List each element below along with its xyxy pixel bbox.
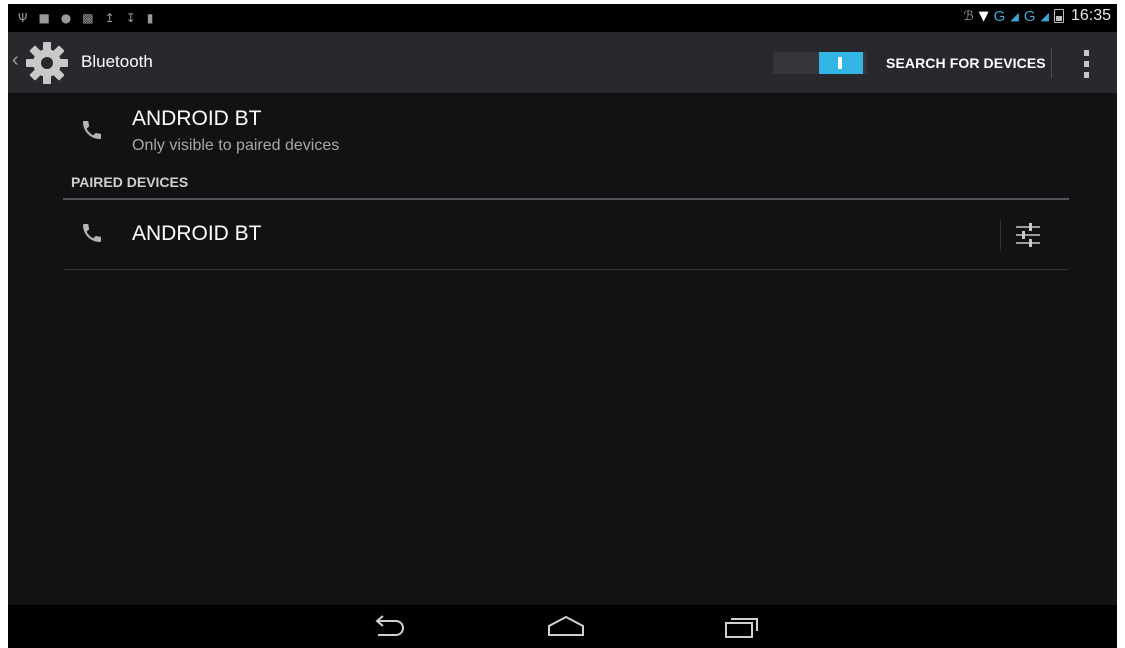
settings-gear-icon[interactable] [24,40,70,86]
navigation-bar [8,605,1117,648]
back-button-icon[interactable] [370,613,408,639]
home-button-icon[interactable] [546,613,586,639]
sync-icon: ● [60,11,72,25]
row-divider [1000,219,1001,251]
paired-devices-header: PAIRED DEVICES [63,174,1069,200]
bluetooth-icon: ℬ [963,8,974,24]
local-device-item[interactable]: ANDROID BT Only visible to paired device… [8,93,1117,173]
paired-device-name: ANDROID BT [132,222,262,245]
overflow-menu-icon[interactable] [1076,50,1096,78]
screenshot-icon: ▩ [82,11,94,25]
paired-device-row[interactable]: ANDROID BT [63,200,1069,270]
bluetooth-toggle[interactable] [773,52,867,74]
page-title: Bluetooth [81,52,153,71]
phone-icon [83,121,101,139]
action-bar: ‹ Bluetooth SEARCH FOR DEVICES [8,32,1117,93]
clock: 16:35 [1070,7,1111,24]
signal-icon: ◢ [1010,10,1019,23]
network-type-label-2: G [1023,7,1036,25]
download-icon: ↧ [125,11,136,25]
device-settings-icon[interactable] [1014,222,1042,248]
wifi-icon: ▼ [978,8,989,24]
search-for-devices-button[interactable]: SEARCH FOR DEVICES [876,42,1056,84]
sd-card-icon: ▮ [146,11,154,25]
status-bar: Ψ ■ ● ▩ ↥ ↧ ▮ ℬ ▼ G ◢ G ◢ 16:35 [8,4,1117,32]
paired-devices-label: PAIRED DEVICES [71,174,189,190]
phone-icon [83,224,101,242]
usb-icon: Ψ [18,11,28,25]
screen: Ψ ■ ● ▩ ↥ ↧ ▮ ℬ ▼ G ◢ G ◢ 16:35 ‹ Blueto… [8,4,1117,648]
network-type-label-1: G [993,7,1006,25]
battery-icon [1053,9,1064,23]
signal-icon: ◢ [1040,10,1049,23]
upload-icon: ↥ [104,11,115,25]
up-caret-icon[interactable]: ‹ [12,49,19,72]
notification-icons: Ψ ■ ● ▩ ↥ ↧ ▮ [18,9,153,27]
local-device-name: ANDROID BT [132,107,262,130]
system-icons: ℬ ▼ G ◢ G ◢ 16:35 [963,7,1111,25]
recent-apps-button-icon[interactable] [722,613,762,639]
lock-icon: ■ [38,11,50,25]
action-bar-divider [1051,48,1052,78]
toggle-thumb [819,52,863,74]
visibility-status: Only visible to paired devices [132,137,340,154]
